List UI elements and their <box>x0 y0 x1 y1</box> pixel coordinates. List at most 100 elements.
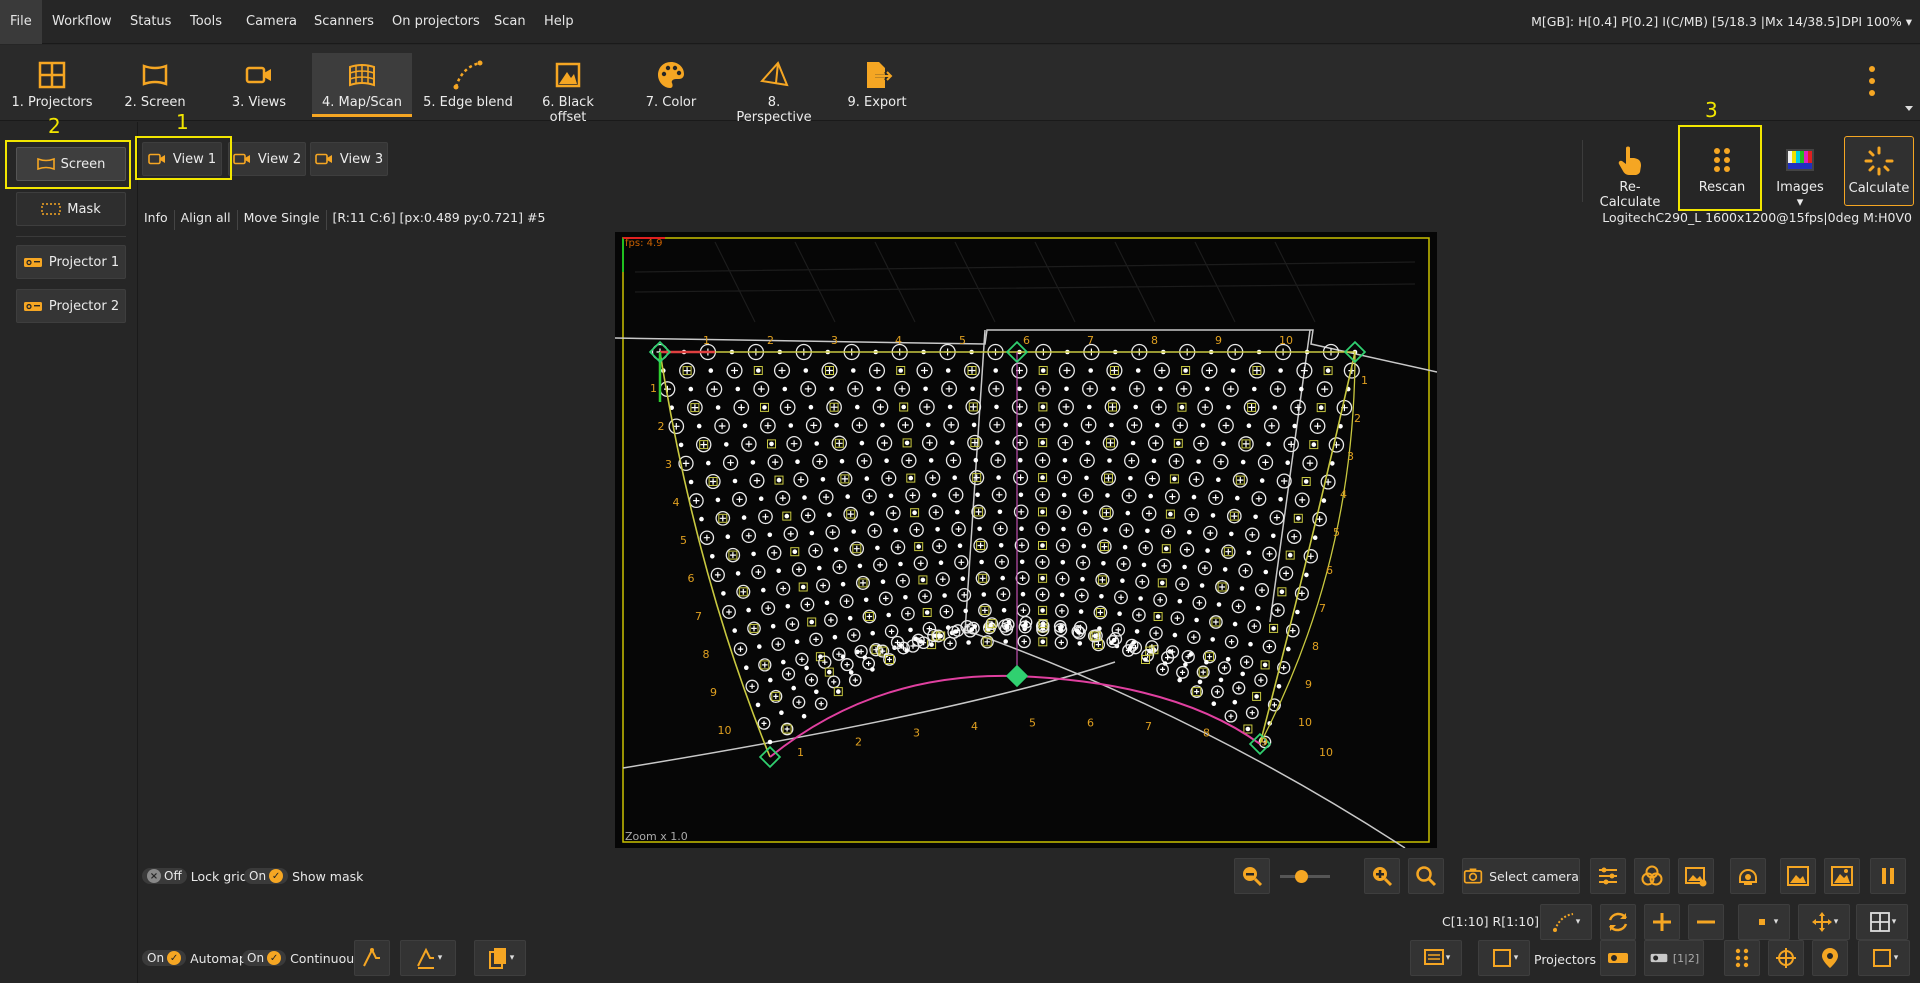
square-icon <box>1492 949 1511 967</box>
remove-point-button[interactable] <box>1688 904 1724 940</box>
automap-toggle[interactable]: On ✓ Automap <box>142 948 247 968</box>
image-settings-button[interactable] <box>1678 858 1714 894</box>
scan-dot <box>929 642 934 647</box>
continuous-state: On <box>247 951 265 965</box>
layer-dropdown[interactable]: ▾ <box>1410 940 1462 976</box>
toolbar-expand-icon[interactable] <box>1904 105 1914 113</box>
tab-view-3-label: View 3 <box>339 151 384 167</box>
scan-dot <box>1229 531 1234 537</box>
image-frame-button[interactable] <box>1824 858 1860 894</box>
scan-dot <box>950 440 955 445</box>
scan-dot <box>970 386 975 392</box>
scan-dot <box>735 386 741 392</box>
show-mask-toggle[interactable]: On ✓ Show mask <box>244 866 363 886</box>
more-vertical-icon[interactable] <box>1864 63 1880 99</box>
toolbar-views[interactable]: 3. Views <box>224 53 294 117</box>
scan-dot <box>791 685 796 691</box>
show-mask-label: Show mask <box>292 868 364 884</box>
info-button[interactable]: Info <box>142 210 175 230</box>
scan-dot <box>848 670 854 675</box>
scan-dot <box>855 404 860 410</box>
right-index-label: 6 <box>1326 564 1333 577</box>
scan-overlay[interactable]: fps: 4.9 Zoom x 1.0 1 2 3 4 5 6 7 8 9 10 1 2 3 4 5 6 7 8 9 <box>615 232 1437 848</box>
pause-button[interactable] <box>1870 858 1906 894</box>
projector-pager[interactable]: [1|2] <box>1644 940 1704 976</box>
move-arrows-icon <box>1811 912 1832 932</box>
tab-view-3[interactable]: View 3 <box>310 142 388 176</box>
location-pin-button[interactable] <box>1812 940 1848 976</box>
scan-dot <box>1059 592 1065 598</box>
bottom-index-label: 8 <box>1203 727 1210 740</box>
dots-grid-button[interactable] <box>1724 940 1760 976</box>
shape-dropdown[interactable]: ▾ <box>1478 940 1530 976</box>
bottom-index-label: 9 <box>1261 736 1268 749</box>
menu-status[interactable]: Status <box>120 0 181 44</box>
clipboard-dropdown[interactable]: ▾ <box>474 940 526 976</box>
menu-on-projectors[interactable]: On projectors <box>382 0 490 44</box>
lock-grid-toggle[interactable]: × Off Lock grid <box>142 866 248 886</box>
scan-dot <box>1081 543 1087 549</box>
color-channels-button[interactable] <box>1634 858 1670 894</box>
scan-dot <box>1271 626 1276 631</box>
recalculate-button[interactable]: Re-Calculate <box>1590 136 1670 210</box>
dpi-dropdown[interactable]: DPI 100% ▾ <box>1841 0 1912 44</box>
scan-dot <box>1060 560 1066 565</box>
point-size-dropdown[interactable]: ▾ <box>1738 904 1790 940</box>
toolbar-color[interactable]: 7. Color <box>640 53 702 117</box>
projector-1-button[interactable]: Projector 1 <box>16 245 126 279</box>
scan-dot <box>977 526 982 532</box>
align-all-button[interactable]: Align all <box>175 210 238 230</box>
frame-dropdown[interactable]: ▾ <box>1858 940 1910 976</box>
projector-toggle-button[interactable] <box>1600 940 1636 976</box>
scan-dot <box>833 547 839 552</box>
bottom-index-label: 10 <box>1319 746 1333 759</box>
curve-mode-dropdown[interactable]: ▾ <box>1540 904 1592 940</box>
toolbar-perspective[interactable]: 8. Perspective <box>730 53 818 125</box>
toolbar-export[interactable]: 9. Export <box>846 53 908 117</box>
menu-file[interactable]: File <box>0 0 42 44</box>
grid-view-dropdown[interactable]: ▾ <box>1856 904 1908 940</box>
projector-2-button[interactable]: Projector 2 <box>16 289 126 323</box>
bottom-index-label: 7 <box>1145 720 1152 733</box>
toolbar-projectors[interactable]: 1. Projectors <box>10 53 94 117</box>
move-mode-dropdown[interactable]: ▾ <box>1798 904 1850 940</box>
menu-tools[interactable]: Tools <box>180 0 232 44</box>
scan-dot <box>1133 404 1138 410</box>
map-tool-dropdown[interactable]: ▾ <box>400 940 456 976</box>
zoom-slider-thumb[interactable] <box>1295 870 1308 883</box>
continuous-toggle[interactable]: On ✓ Continuous <box>242 948 361 968</box>
zoom-fit-button[interactable] <box>1408 858 1444 894</box>
zoom-out-button[interactable] <box>1234 858 1270 894</box>
map-tool-button[interactable] <box>354 940 390 976</box>
scan-dot <box>1187 529 1192 535</box>
refresh-button[interactable] <box>1600 904 1636 940</box>
menu-help[interactable]: Help <box>534 0 584 44</box>
toolbar-map-scan[interactable]: 4. Map/Scan <box>312 53 412 117</box>
calculate-button[interactable]: Calculate <box>1844 136 1914 206</box>
camera-viewport[interactable]: fps: 4.9 Zoom x 1.0 1 2 3 4 5 6 7 8 9 10 1 2 3 4 5 6 7 8 9 <box>615 232 1437 848</box>
menu-workflow[interactable]: Workflow <box>42 0 122 44</box>
mask-button[interactable]: Mask <box>16 192 126 226</box>
menu-camera[interactable]: Camera <box>236 0 307 44</box>
crosshair-button[interactable] <box>1768 940 1804 976</box>
selection-info: [R:11 C:6] [px:0.489 py:0.721] #5 <box>332 210 546 225</box>
zoom-in-button[interactable] <box>1364 858 1400 894</box>
scan-dot <box>1141 562 1147 568</box>
scan-dot <box>1230 368 1236 373</box>
toolbar-black-offset[interactable]: 6. Black offset <box>524 53 612 125</box>
toolbar-screen[interactable]: 2. Screen <box>118 53 192 117</box>
move-single-button[interactable]: Move Single <box>238 210 327 230</box>
select-camera-button[interactable]: Select camera <box>1462 858 1580 894</box>
image-button[interactable] <box>1780 858 1816 894</box>
top-index-label: 2 <box>767 334 774 347</box>
webcam-button[interactable] <box>1730 858 1766 894</box>
left-panel-divider <box>16 236 126 237</box>
camera-settings-button[interactable] <box>1590 858 1626 894</box>
tab-view-2[interactable]: View 2 <box>228 142 306 176</box>
menu-scanners[interactable]: Scanners <box>304 0 384 44</box>
toolbar-edge-blend[interactable]: 5. Edge blend <box>420 53 516 117</box>
scan-dot <box>1040 404 1046 410</box>
images-dropdown[interactable]: Images ▾ <box>1772 136 1828 210</box>
menu-scan[interactable]: Scan <box>484 0 536 44</box>
add-point-button[interactable] <box>1644 904 1680 940</box>
